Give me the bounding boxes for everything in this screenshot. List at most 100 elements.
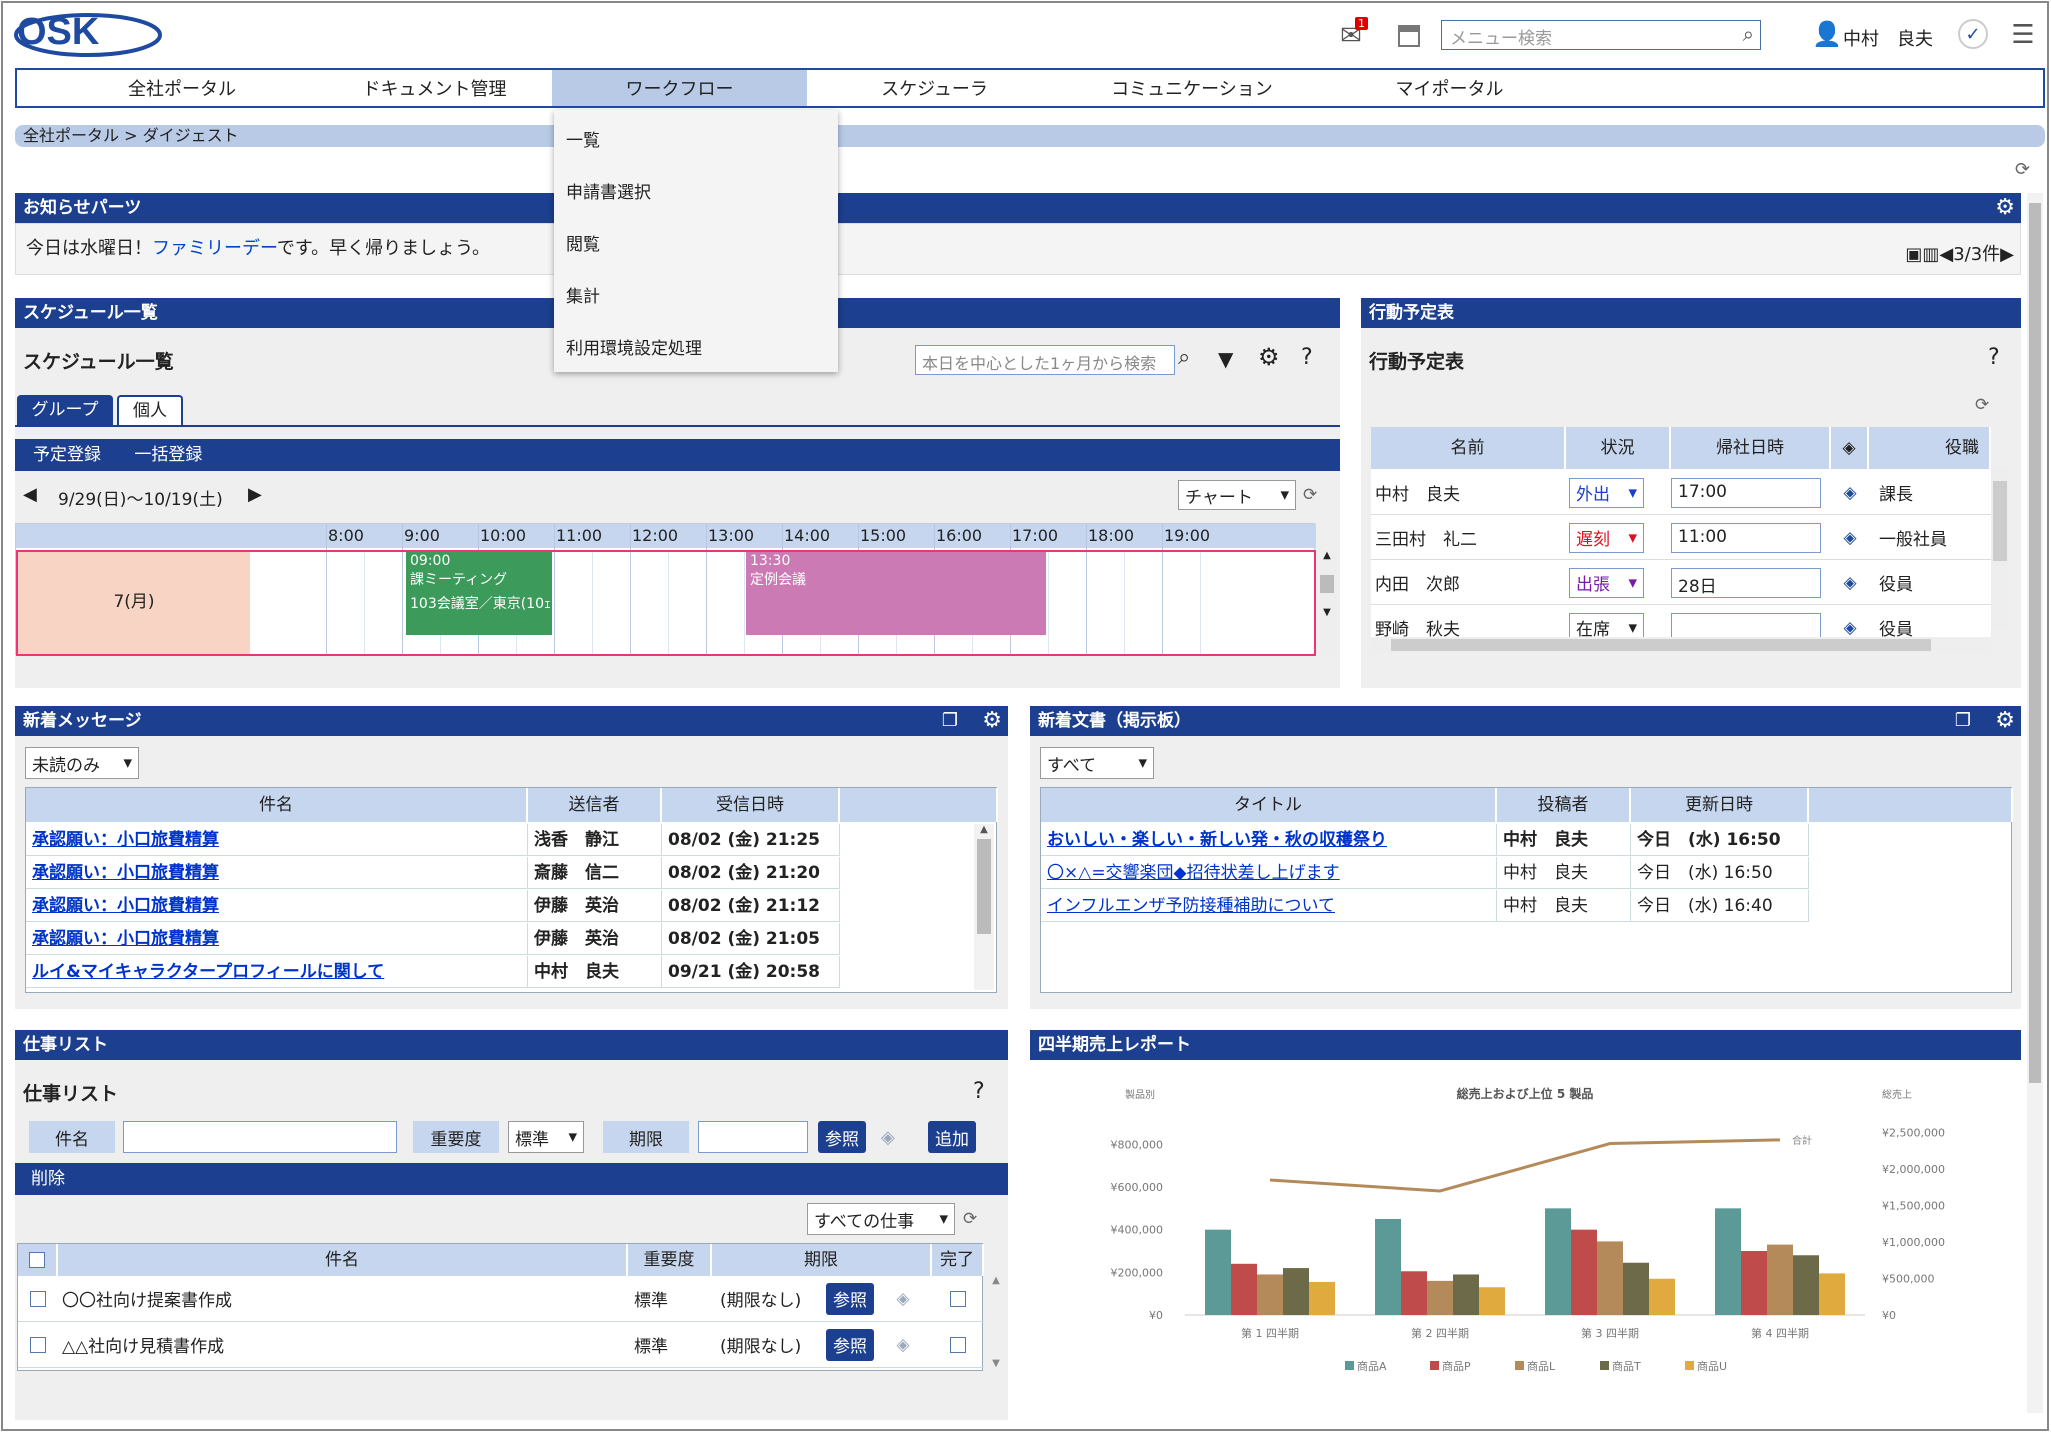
return-time-input[interactable]: 11:00 bbox=[1671, 522, 1821, 553]
action-vscroll[interactable] bbox=[1991, 469, 2009, 629]
task-filter[interactable]: すべての仕事 ▾ bbox=[807, 1203, 955, 1235]
col-task-due[interactable]: 期限 bbox=[712, 1244, 932, 1276]
status-select[interactable]: 出張 ▾ bbox=[1569, 567, 1644, 598]
nav-item-myportal[interactable]: マイポータル bbox=[1322, 70, 1577, 106]
check-icon[interactable]: ✓ bbox=[1958, 19, 1988, 49]
tab-personal[interactable]: 個人 bbox=[117, 395, 183, 427]
prev-range-icon[interactable]: ◀ bbox=[23, 484, 37, 505]
user-name[interactable]: 中村 良夫 bbox=[1843, 25, 1933, 51]
legend-swatch bbox=[1430, 1361, 1439, 1370]
messages-scrollbar[interactable]: ▲ bbox=[974, 824, 994, 990]
message-subject-link[interactable]: ルイ&マイキャラクタープロフィールに関して bbox=[26, 955, 528, 988]
delete-button[interactable]: 削除 bbox=[31, 1169, 65, 1189]
subject-input[interactable] bbox=[123, 1121, 397, 1153]
menu-item-view[interactable]: 閲覧 bbox=[566, 230, 600, 255]
eraser-icon[interactable]: ◈ bbox=[1831, 528, 1869, 548]
schedule-search-input[interactable]: 本日を中心とした1ヶ月から検索 bbox=[915, 345, 1175, 375]
table-row: 〇〇社向け提案書作成 標準 (期限なし) 参照 ◈ bbox=[18, 1276, 984, 1322]
tab-group[interactable]: グループ bbox=[17, 395, 113, 425]
eraser-icon[interactable]: ◈ bbox=[1831, 483, 1869, 503]
menu-search-input[interactable]: メニュー検索 ⌕ bbox=[1441, 20, 1761, 50]
eraser-icon[interactable]: ◈ bbox=[874, 1289, 932, 1309]
add-button[interactable]: 追加 bbox=[928, 1121, 976, 1153]
eraser-icon[interactable]: ◈ bbox=[1831, 573, 1869, 593]
maximize-icon[interactable]: ❐ bbox=[1955, 706, 1971, 736]
menu-item-settings[interactable]: 利用環境設定処理 bbox=[566, 334, 702, 359]
return-time-input[interactable]: 17:00 bbox=[1671, 477, 1821, 508]
bar-商品L bbox=[1427, 1280, 1453, 1315]
filter-icon[interactable]: ▼ bbox=[1218, 347, 1233, 371]
osk-logo[interactable]: OSK bbox=[13, 7, 163, 59]
hamburger-menu-icon[interactable]: ☰ bbox=[2008, 20, 2038, 50]
eraser-icon[interactable]: ◈ bbox=[881, 1127, 895, 1148]
task-subject[interactable]: 〇〇社向け提案書作成 bbox=[58, 1286, 628, 1311]
menu-item-select-form[interactable]: 申請書選択 bbox=[566, 178, 651, 203]
maximize-icon[interactable]: ❐ bbox=[942, 706, 958, 736]
notice-link[interactable]: ファミリーデー bbox=[152, 238, 277, 259]
ref-button[interactable]: 参照 bbox=[826, 1328, 874, 1361]
menu-item-summary[interactable]: 集計 bbox=[566, 282, 600, 307]
message-subject-link[interactable]: 承認願い：小口旅費精算 bbox=[26, 889, 528, 922]
message-subject-link[interactable]: 承認願い：小口旅費精算 bbox=[26, 856, 528, 889]
chart-scrollbar[interactable]: ▲ ▼ bbox=[1318, 550, 1336, 656]
gear-icon[interactable]: ⚙ bbox=[1995, 706, 2015, 736]
return-time-input[interactable] bbox=[1671, 612, 1821, 637]
return-time-input[interactable]: 28日 bbox=[1671, 567, 1821, 598]
eraser-icon[interactable]: ◈ bbox=[1831, 618, 1869, 638]
nav-item-documents[interactable]: ドキュメント管理 bbox=[317, 70, 552, 106]
eraser-icon[interactable]: ◈ bbox=[874, 1335, 932, 1355]
table-row: 野崎 秋夫 在席 ▾ ◈ 役員 bbox=[1371, 606, 1991, 637]
col-subject: 件名 bbox=[26, 788, 528, 822]
add-schedule-button[interactable]: 予定登録 bbox=[33, 445, 101, 465]
nav-item-workflow[interactable]: ワークフロー bbox=[552, 70, 807, 106]
due-input[interactable] bbox=[698, 1121, 808, 1153]
page-scrollbar[interactable] bbox=[2027, 193, 2043, 1413]
refresh-icon[interactable]: ⟳ bbox=[963, 1209, 977, 1229]
message-subject-link[interactable]: 承認願い：小口旅費精算 bbox=[26, 922, 528, 955]
task-subject[interactable]: △△社向け見積書作成 bbox=[58, 1332, 628, 1357]
ref-button[interactable]: 参照 bbox=[826, 1282, 874, 1315]
row-select bbox=[18, 1336, 58, 1353]
nav-item-scheduler[interactable]: スケジューラ bbox=[807, 70, 1062, 106]
action-hscroll[interactable] bbox=[1371, 637, 1991, 653]
messages-filter[interactable]: 未読のみ ▾ bbox=[25, 747, 139, 779]
notice-text-tail: です。早く帰りましょう。 bbox=[276, 238, 491, 259]
select-all-checkbox[interactable] bbox=[29, 1252, 45, 1268]
refresh-icon[interactable]: ⟳ bbox=[1975, 395, 1989, 415]
search-icon[interactable]: ⌕ bbox=[1178, 345, 1190, 370]
nav-item-communication[interactable]: コミュニケーション bbox=[1062, 70, 1322, 106]
ref-button[interactable]: 参照 bbox=[818, 1121, 866, 1153]
tasks-scrollbar[interactable]: ▲ ▼ bbox=[987, 1275, 1005, 1375]
mail-icon[interactable]: ✉ 1 bbox=[1333, 17, 1369, 51]
status-select[interactable]: 外出 ▾ bbox=[1569, 477, 1644, 508]
done-checkbox[interactable] bbox=[950, 1290, 966, 1307]
document-title-link[interactable]: 〇×△=交響楽団◆招待状差し上げます bbox=[1041, 856, 1497, 889]
status-select[interactable]: 在席 ▾ bbox=[1569, 612, 1644, 637]
nav-item-portal[interactable]: 全社ポータル bbox=[17, 70, 317, 106]
help-icon[interactable]: ? bbox=[973, 1079, 985, 1104]
refresh-icon[interactable]: ⟳ bbox=[1303, 485, 1317, 505]
gear-icon[interactable]: ⚙ bbox=[1995, 193, 2015, 223]
help-icon[interactable]: ? bbox=[1301, 345, 1313, 370]
gear-icon[interactable]: ⚙ bbox=[1258, 343, 1280, 371]
search-icon[interactable]: ⌕ bbox=[1743, 22, 1754, 46]
col-spacer bbox=[1809, 788, 2013, 822]
refresh-icon[interactable]: ⟳ bbox=[2015, 159, 2030, 180]
notice-pager[interactable]: ▣▥◀3/3件▶ bbox=[1905, 240, 2014, 266]
status-select[interactable]: 遅刻 ▾ bbox=[1569, 522, 1644, 553]
row-checkbox[interactable] bbox=[30, 1336, 46, 1353]
menu-item-list[interactable]: 一覧 bbox=[566, 126, 600, 151]
document-title-link[interactable]: おいしい・楽しい・新しい発・秋の収穫祭り bbox=[1041, 823, 1497, 856]
help-icon[interactable]: ? bbox=[1988, 345, 2000, 370]
documents-filter[interactable]: すべて ▾ bbox=[1040, 747, 1154, 779]
priority-select[interactable]: 標準 ▾ bbox=[508, 1121, 584, 1153]
document-title-link[interactable]: インフルエンザ予防接種補助について bbox=[1041, 889, 1497, 922]
bulk-add-button[interactable]: 一括登録 bbox=[134, 445, 202, 465]
gear-icon[interactable]: ⚙ bbox=[982, 706, 1002, 736]
view-select[interactable]: チャート ▾ bbox=[1178, 480, 1296, 510]
row-checkbox[interactable] bbox=[30, 1290, 46, 1307]
message-subject-link[interactable]: 承認願い：小口旅費精算 bbox=[26, 823, 528, 856]
done-checkbox[interactable] bbox=[950, 1336, 966, 1353]
window-icon[interactable] bbox=[1398, 25, 1420, 47]
next-range-icon[interactable]: ▶ bbox=[248, 484, 262, 505]
